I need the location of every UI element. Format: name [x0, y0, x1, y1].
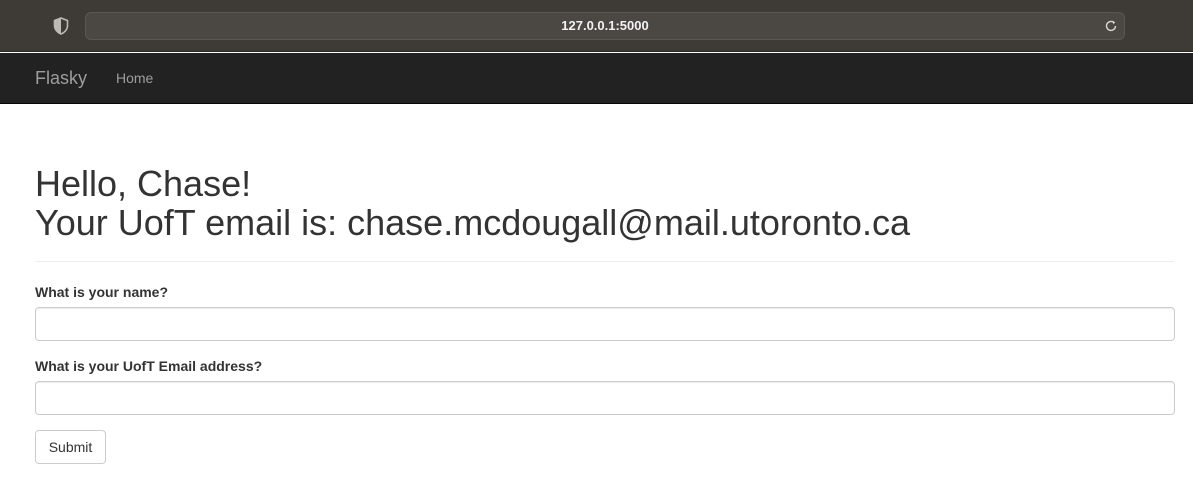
- nav-item-home[interactable]: Home: [116, 53, 153, 103]
- name-label: What is your name?: [35, 284, 169, 300]
- reload-icon[interactable]: [1104, 19, 1118, 33]
- top-navbar: Flasky Home: [0, 53, 1193, 104]
- navbar-brand[interactable]: Flasky: [35, 53, 87, 103]
- address-bar[interactable]: 127.0.0.1:5000: [85, 12, 1125, 40]
- email-text: Your UofT email is: chase.mcdougall@mail…: [35, 202, 910, 243]
- submit-button[interactable]: Submit: [35, 430, 106, 464]
- greeting-heading: Hello, Chase! Your UofT email is: chase.…: [35, 164, 1174, 242]
- url-text[interactable]: 127.0.0.1:5000: [86, 13, 1124, 39]
- email-label: What is your UofT Email address?: [35, 358, 263, 374]
- email-input[interactable]: [35, 381, 1175, 415]
- shield-icon[interactable]: [53, 17, 69, 35]
- greeting-text: Hello, Chase!: [35, 163, 252, 204]
- page-header: Hello, Chase! Your UofT email is: chase.…: [35, 164, 1174, 262]
- browser-toolbar: 127.0.0.1:5000: [0, 0, 1193, 52]
- name-input[interactable]: [35, 307, 1175, 341]
